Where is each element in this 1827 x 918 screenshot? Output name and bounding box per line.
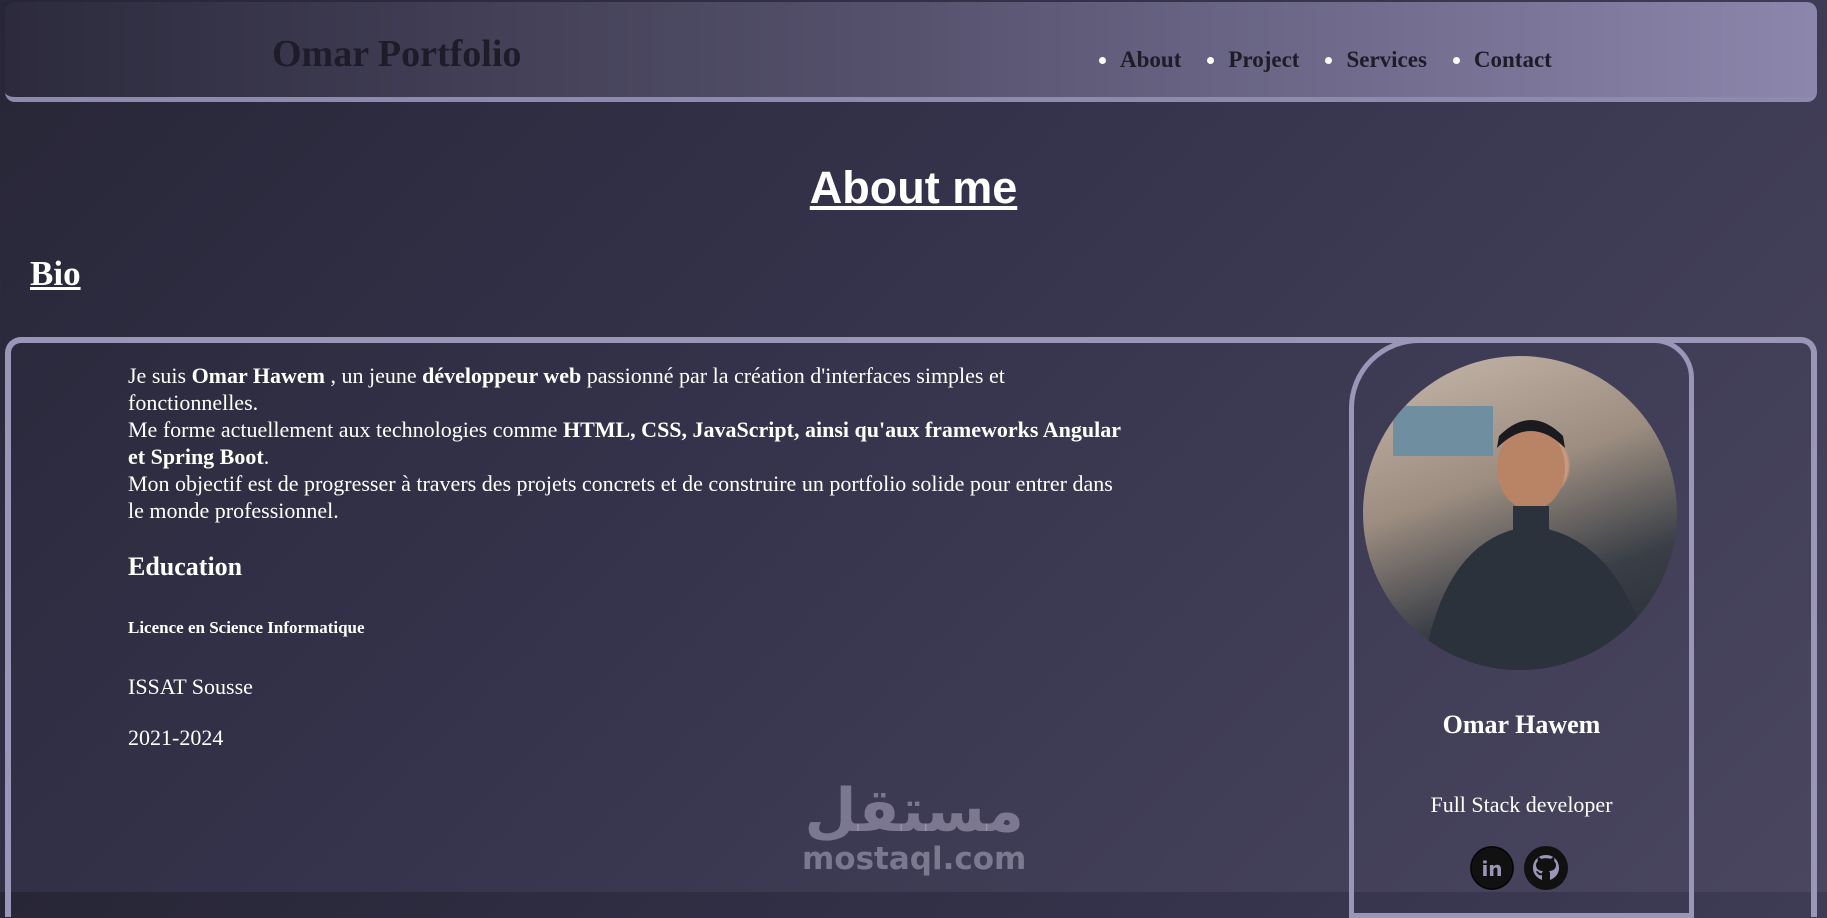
site-logo[interactable]: Omar Portfolio (272, 32, 521, 76)
nav-menu: About Project Services Contact (1099, 47, 1578, 73)
avatar-illustration (1393, 406, 1653, 670)
linkedin-link[interactable]: in (1470, 846, 1514, 890)
bullet-icon (1325, 56, 1333, 64)
linkedin-icon: in (1470, 846, 1514, 890)
bio-text-part: . (263, 444, 270, 469)
education-school: ISSAT Sousse (128, 674, 253, 699)
bullet-icon (1207, 56, 1215, 64)
linkedin-label: in (1481, 857, 1502, 881)
social-links: in (1470, 846, 1568, 890)
nav-item-services[interactable]: Services (1325, 47, 1427, 73)
bio-text-part: Me forme actuellement aux technologies c… (128, 417, 563, 442)
education-title: Education (128, 552, 243, 581)
bio-text-part: , un jeune (324, 363, 423, 388)
avatar (1363, 356, 1677, 670)
education-years: 2021-2024 (128, 725, 224, 750)
nav-item-about[interactable]: About (1099, 47, 1181, 73)
nav-label: Contact (1473, 47, 1552, 72)
nav-item-project[interactable]: Project (1207, 47, 1299, 73)
github-icon (1525, 847, 1567, 889)
bio-title: Bio (30, 254, 81, 293)
bio-text-part: Je suis (128, 363, 192, 388)
watermark-arabic: مستقل (804, 776, 1024, 846)
nav-label: About (1120, 47, 1182, 72)
page-title: About me (809, 162, 1018, 213)
bio-paragraph-3: Mon objectif est de progresser à travers… (128, 471, 1113, 523)
bio-role: développeur web (422, 363, 582, 388)
navbar: Omar Portfolio About Project Services Co… (5, 2, 1817, 102)
profile-role: Full Stack developer (1430, 792, 1613, 817)
nav-item-contact[interactable]: Contact (1452, 47, 1552, 73)
education-degree: Licence en Science Informatique (128, 618, 365, 637)
bullet-icon (1452, 56, 1460, 64)
github-link[interactable] (1524, 846, 1568, 890)
nav-label: Project (1228, 47, 1300, 72)
nav-label: Services (1346, 47, 1427, 72)
bio-paragraph-1: Je suis Omar Hawem , un jeune développeu… (128, 362, 1128, 416)
watermark-latin: mostaql.com (802, 841, 1027, 877)
bullet-icon (1099, 56, 1106, 64)
watermark: مستقل mostaql.com (802, 780, 1026, 876)
bio-name: Omar Hawem (191, 363, 325, 388)
profile-name: Omar Hawem (1442, 710, 1601, 739)
bio-paragraph-2: Me forme actuellement aux technologies c… (128, 416, 1128, 470)
bio-text: Je suis Omar Hawem , un jeune développeu… (128, 362, 1128, 524)
